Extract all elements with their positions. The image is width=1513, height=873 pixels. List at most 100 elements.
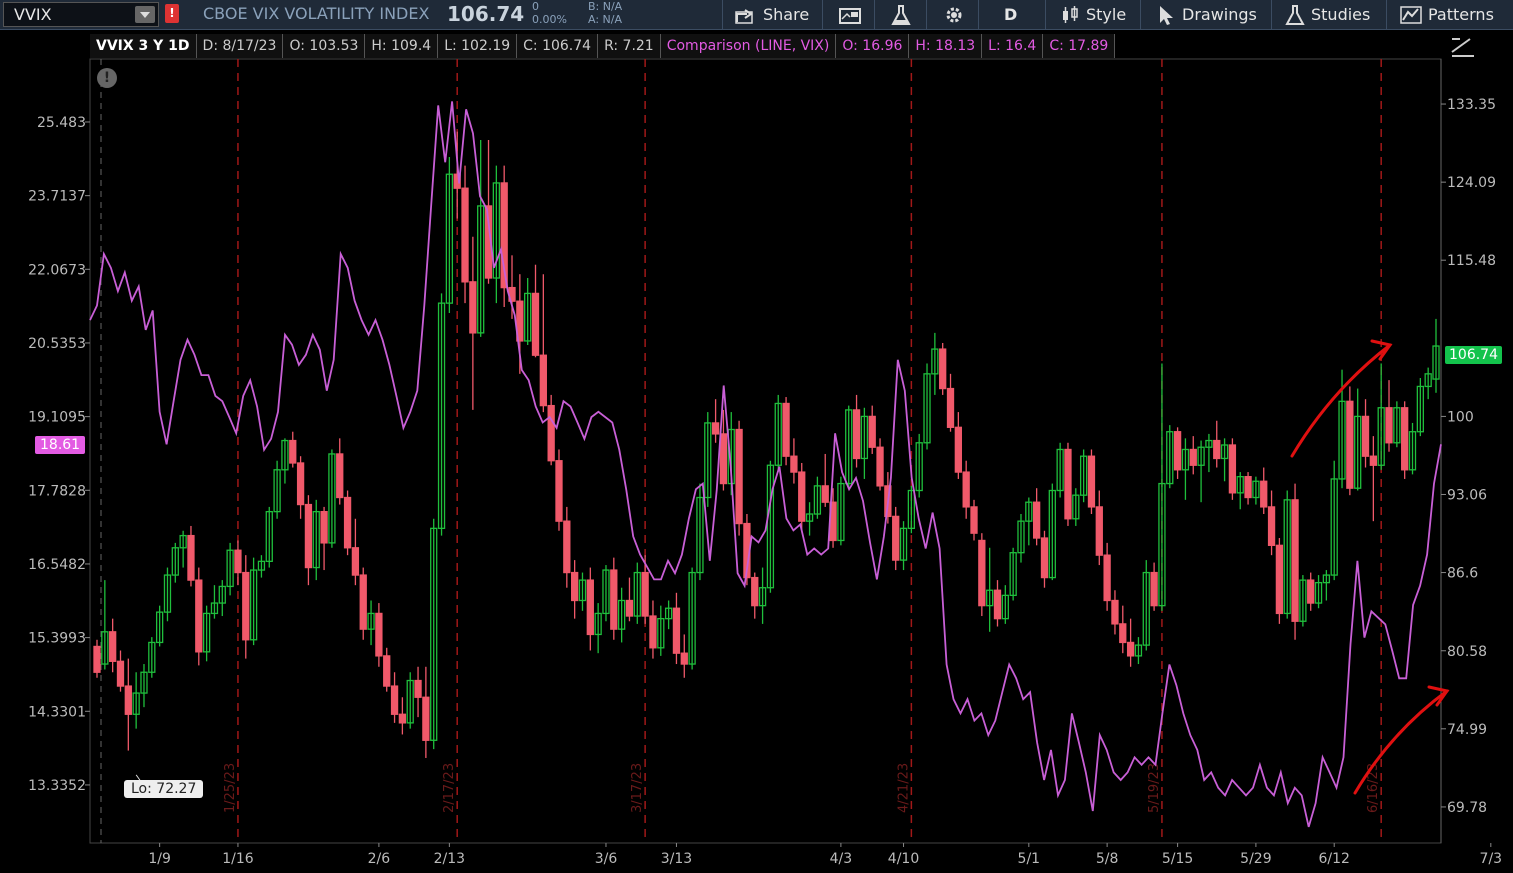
left-tick-label: 19.1095	[28, 410, 86, 426]
toolbar-divider	[1271, 0, 1272, 29]
info-icon[interactable]: !	[97, 68, 117, 88]
legend-range: R: 7.21	[598, 34, 661, 58]
x-tick-label: 7/3	[1480, 851, 1503, 867]
settings-button[interactable]	[943, 0, 965, 29]
period-selector[interactable]: D	[1004, 0, 1017, 29]
event-marker-label: 1/25/23	[223, 763, 238, 813]
candle-body	[852, 409, 861, 460]
candle-body	[649, 615, 657, 649]
toolbar-divider	[722, 0, 723, 29]
patterns-button[interactable]: Patterns	[1400, 0, 1494, 29]
symbol-input[interactable]: VVIX	[3, 2, 159, 27]
candle-body	[892, 515, 900, 561]
candle-body	[234, 549, 242, 574]
x-tick-label: 1/16	[222, 851, 254, 867]
patterns-icon	[1400, 5, 1422, 24]
candle-body	[939, 348, 947, 390]
x-tick-label: 3/6	[595, 851, 618, 867]
candle-body	[124, 685, 132, 715]
style-button[interactable]: Style	[1060, 0, 1126, 29]
last-price-tag: 106.74	[1445, 346, 1502, 364]
candle-body	[680, 652, 688, 665]
right-tick-label: 74.99	[1447, 722, 1487, 738]
candle-body	[1150, 571, 1158, 607]
symbol-text: VVIX	[14, 5, 52, 24]
candle-body	[641, 571, 649, 617]
x-tick-label: 2/13	[434, 851, 465, 867]
candle-body	[1111, 599, 1119, 625]
candle-body	[821, 485, 829, 503]
alert-badge[interactable]: !	[165, 4, 179, 23]
candle-body	[1173, 431, 1182, 471]
candle-body	[1369, 455, 1378, 466]
flask-studies-icon	[1285, 4, 1305, 25]
candle-body	[1040, 537, 1049, 579]
left-tick-label: 15.3993	[28, 631, 86, 647]
candle-body	[782, 402, 790, 457]
candle-body	[547, 404, 555, 462]
price-chart[interactable]: 133.35 124.09 115.48 100 93.06 86.6 80.58 74.99…	[0, 29, 1513, 873]
left-tick-label: 16.5482	[28, 557, 86, 573]
toolbar-divider	[978, 0, 979, 29]
event-marker-label: 5/19/23	[1147, 763, 1162, 813]
cursor-icon	[1160, 5, 1173, 25]
chart-legend: VVIX 3 Y 1D D: 8/17/23 O: 103.53 H: 109.…	[90, 34, 1116, 58]
candle-body	[954, 426, 962, 473]
x-tick-label: 6/12	[1318, 851, 1349, 867]
chevron-down-icon[interactable]	[135, 6, 155, 23]
candle-body	[735, 428, 743, 525]
drawings-button[interactable]: Drawings	[1156, 0, 1257, 29]
studies-button[interactable]: Studies	[1285, 0, 1370, 29]
left-tick-label: 25.483	[37, 115, 86, 131]
candle-body	[1228, 444, 1237, 494]
x-tick-label: 3/13	[661, 851, 692, 867]
candle-body	[1189, 448, 1197, 466]
legend-comparison-open: O: 16.96	[836, 34, 910, 58]
share-button[interactable]: Share	[735, 0, 809, 29]
x-tick-label: 5/29	[1240, 851, 1271, 867]
right-tick-label: 133.35	[1447, 97, 1496, 113]
right-tick-label: 80.58	[1447, 644, 1487, 660]
candle-body	[390, 685, 399, 715]
bid-value: B: N/A	[588, 0, 623, 13]
flask-button[interactable]	[890, 0, 912, 29]
chart-settings-button[interactable]	[1450, 36, 1476, 62]
candle-body	[296, 462, 305, 506]
candle-body	[375, 612, 383, 657]
x-tick-label: 5/1	[1018, 851, 1041, 867]
left-tick-label: 22.0673	[28, 262, 86, 278]
period-label: D	[1004, 5, 1018, 24]
candle-body	[1260, 480, 1268, 508]
event-marker-label: 2/17/23	[442, 763, 457, 813]
legend-low: L: 102.19	[438, 34, 518, 58]
x-tick-label: 5/15	[1162, 851, 1193, 867]
candle-body	[93, 645, 101, 673]
candle-body	[422, 696, 430, 741]
candle-body	[1103, 554, 1111, 602]
candle-body	[625, 599, 634, 617]
candle-body	[187, 534, 195, 581]
candle-body	[343, 496, 352, 549]
candle-body	[414, 679, 422, 698]
right-tick-label: 93.06	[1447, 487, 1487, 503]
net-change-percent: 0.00%	[532, 13, 567, 26]
candle-body	[970, 506, 978, 534]
candle-body	[469, 281, 477, 334]
comparison-price-tag: 18.61	[35, 436, 86, 454]
snapshot-icon	[839, 7, 861, 24]
toolbar-divider	[1140, 0, 1141, 29]
left-tick-label: 17.7828	[28, 483, 86, 499]
candle-style-icon	[1063, 5, 1078, 23]
toolbar-divider	[1045, 0, 1046, 29]
candle-body	[289, 439, 297, 464]
candle-body	[962, 471, 970, 508]
patterns-label: Patterns	[1428, 5, 1494, 24]
share-icon	[735, 8, 753, 24]
candle-body	[1401, 407, 1409, 471]
candle-body	[790, 455, 798, 473]
top-toolbar: VVIX ! CBOE VIX VOLATILITY INDEX 106.74 …	[0, 0, 1513, 30]
legend-open: O: 103.53	[283, 34, 366, 58]
candle-body	[868, 415, 876, 448]
snapshot-button[interactable]	[838, 0, 862, 29]
candle-body	[539, 354, 547, 407]
